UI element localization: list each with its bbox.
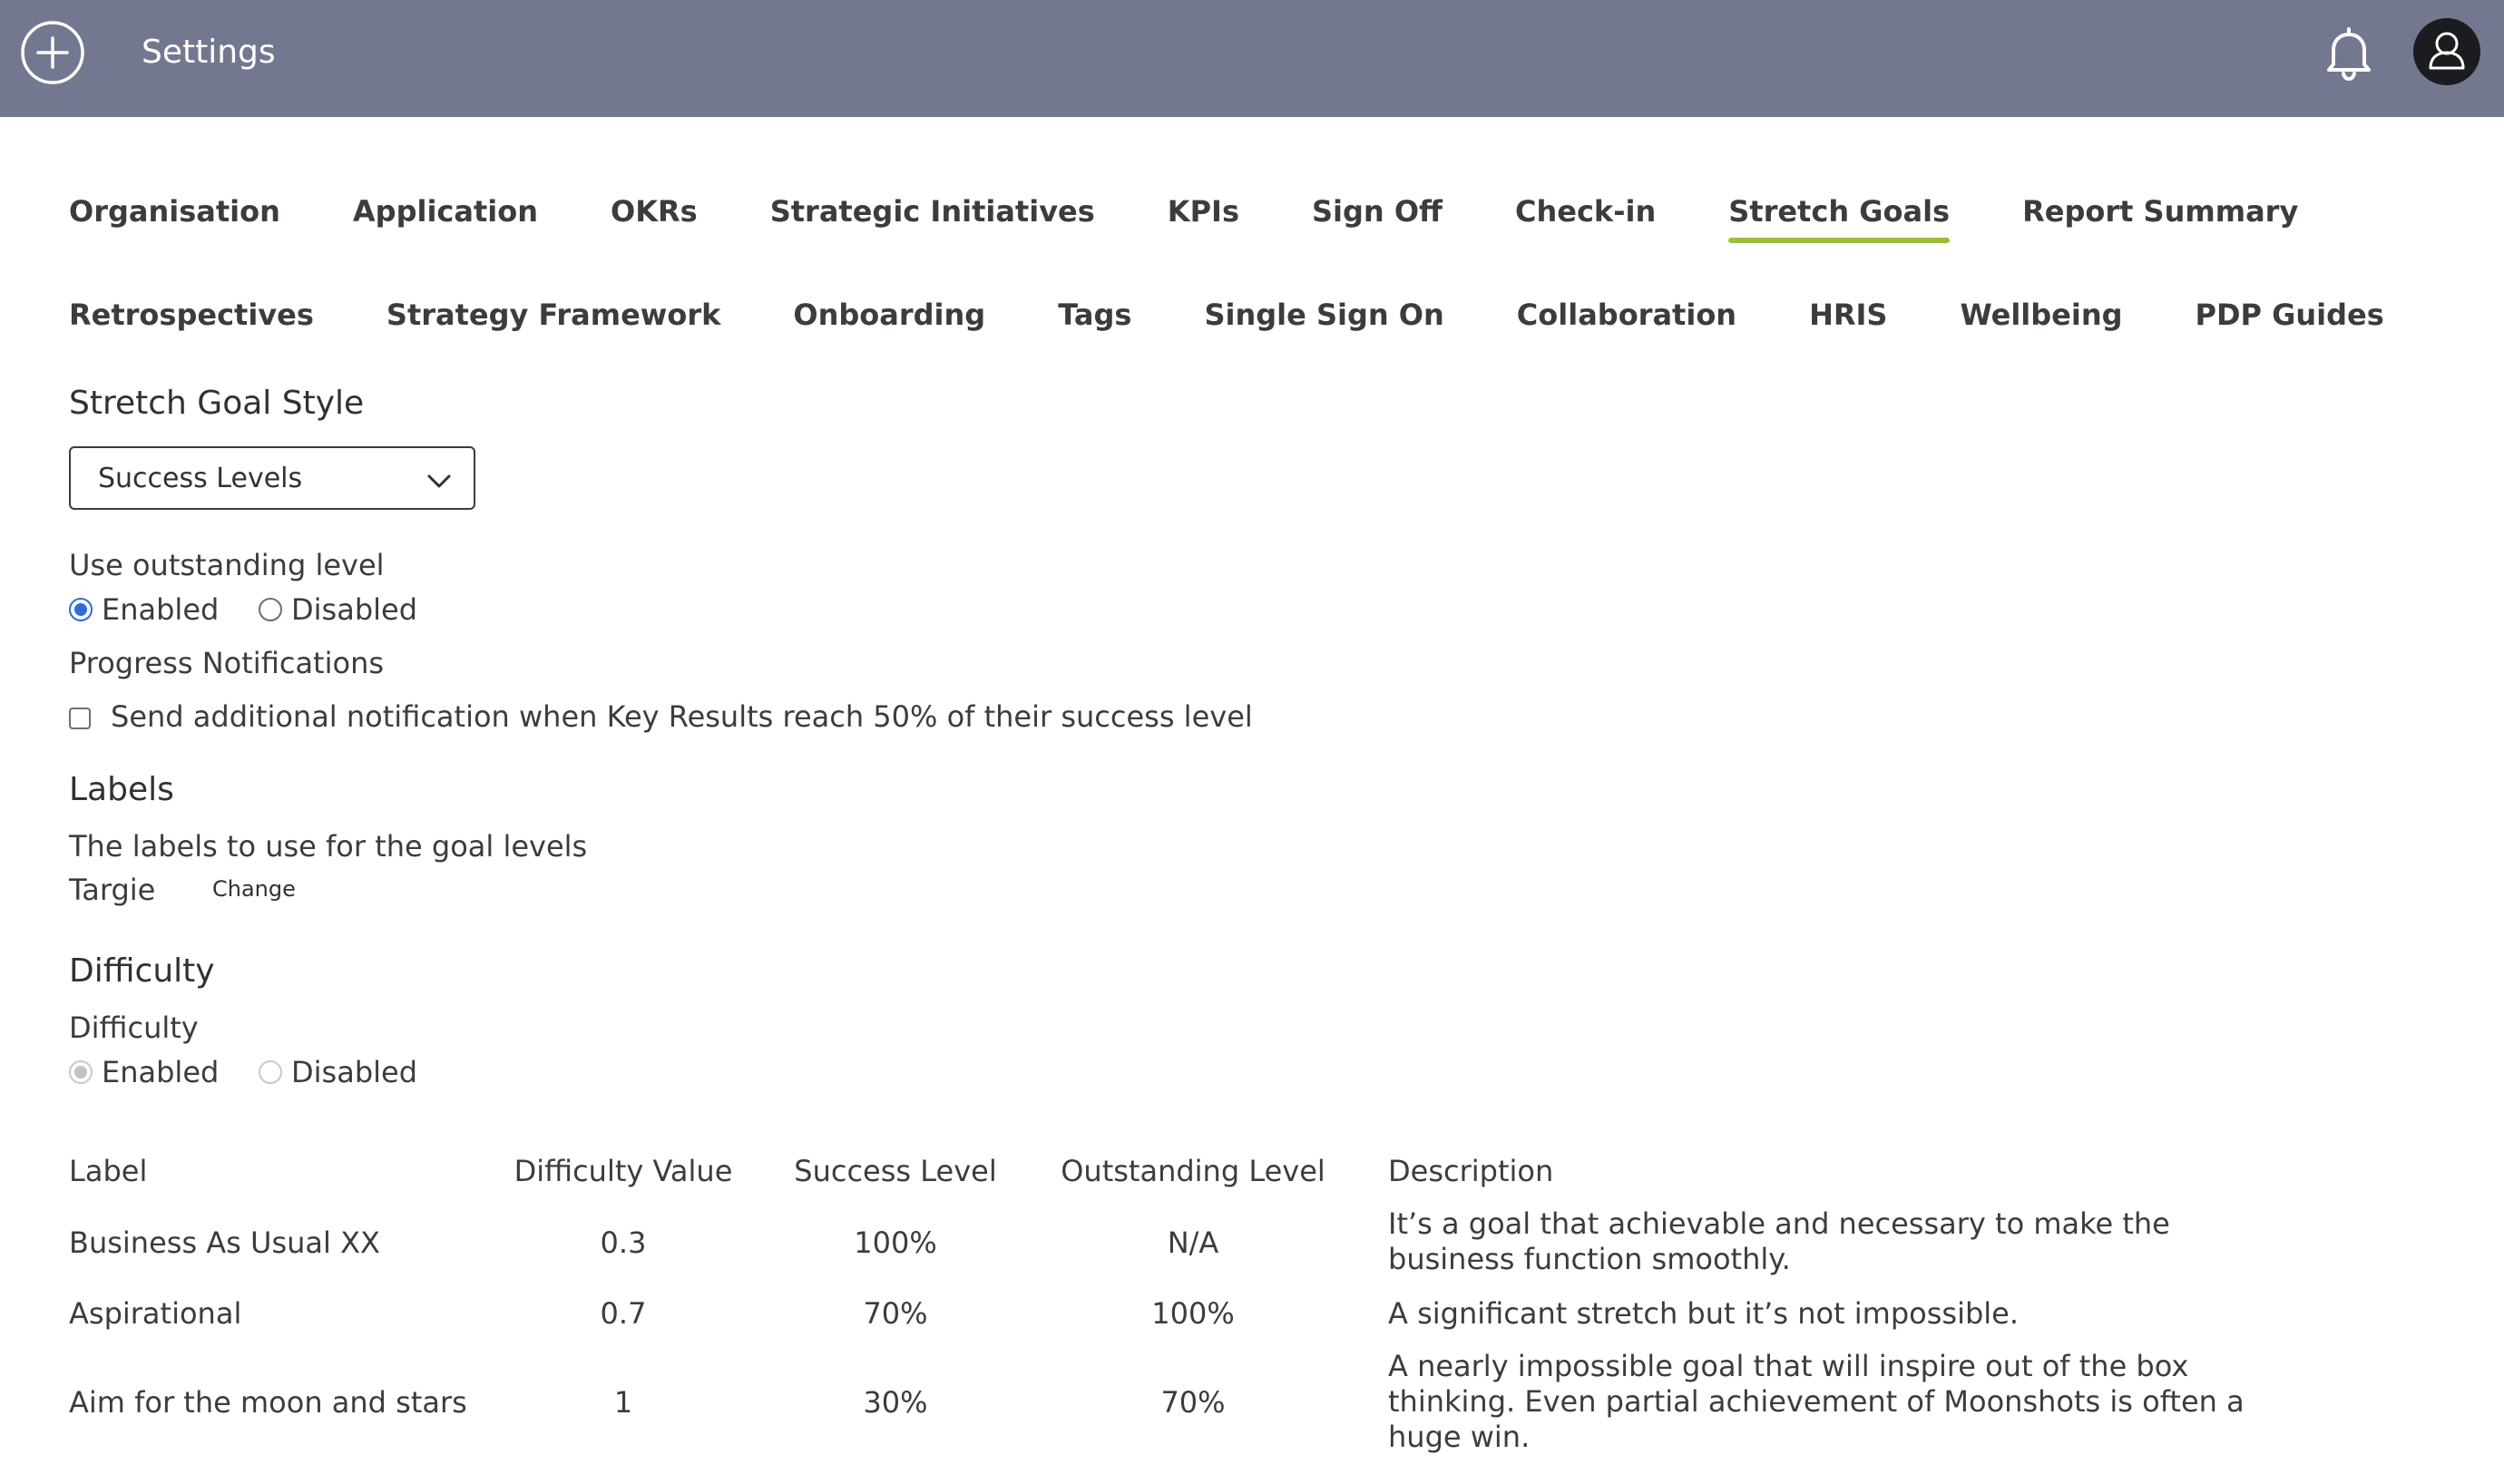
tab-organisation[interactable]: Organisation	[69, 192, 280, 230]
difficulty-disabled-radio[interactable]	[259, 1060, 282, 1084]
tab-pdp-guides[interactable]: PDP Guides	[2196, 296, 2384, 334]
difficulty-enabled-radio[interactable]	[69, 1060, 93, 1084]
row-label: Aspirational	[69, 1296, 242, 1331]
row-label: Aim for the moon and stars	[69, 1385, 467, 1420]
tab-okrs[interactable]: OKRs	[611, 192, 698, 230]
outstanding-level-label: Use outstanding level	[69, 548, 385, 582]
tab-stretch-goals[interactable]: Stretch Goals	[1728, 192, 1950, 243]
tab-kpis[interactable]: KPIs	[1168, 192, 1239, 230]
tab-report-summary[interactable]: Report Summary	[2022, 192, 2298, 230]
table-header-outstanding-level: Outstanding Level	[1061, 1154, 1325, 1188]
tab-onboarding[interactable]: Onboarding	[793, 296, 985, 334]
difficulty-label: Difficulty	[69, 1010, 199, 1045]
row-outstanding-level: 70%	[1160, 1385, 1226, 1420]
row-difficulty-value: 0.7	[600, 1296, 647, 1331]
row-difficulty-value: 0.3	[600, 1225, 647, 1260]
row-difficulty-value: 1	[613, 1385, 633, 1420]
table-header-description: Description	[1388, 1154, 1554, 1188]
outstanding-enabled-label[interactable]: Enabled	[102, 592, 219, 627]
tab-application[interactable]: Application	[353, 192, 538, 230]
tab-wellbeing[interactable]: Wellbeing	[1960, 296, 2122, 334]
row-success-level: 70%	[863, 1296, 928, 1331]
progress-notification-checkbox[interactable]	[69, 708, 91, 729]
current-label-set: Targie	[69, 873, 156, 907]
outstanding-disabled-radio[interactable]	[259, 598, 282, 621]
plus-circle-icon[interactable]	[20, 20, 85, 85]
outstanding-enabled-radio[interactable]	[69, 598, 93, 621]
table-header-success-level: Success Level	[794, 1154, 997, 1188]
tab-hris[interactable]: HRIS	[1809, 296, 1887, 334]
row-success-level: 100%	[854, 1225, 937, 1260]
chevron-down-icon	[427, 474, 451, 488]
tab-check-in[interactable]: Check-in	[1515, 192, 1656, 230]
difficulty-enabled-label[interactable]: Enabled	[102, 1055, 219, 1089]
stretch-goal-style-select[interactable]: Success Levels	[69, 446, 475, 510]
change-labels-link[interactable]: Change	[212, 876, 296, 902]
section-heading-labels: Labels	[69, 771, 174, 808]
progress-notification-checkbox-label[interactable]: Send additional notification when Key Re…	[111, 699, 1253, 734]
labels-description: The labels to use for the goal levels	[69, 829, 588, 864]
row-outstanding-level: N/A	[1167, 1225, 1219, 1260]
settings-tabs: Organisation Application OKRs Strategic Ini…	[69, 192, 2392, 334]
tab-strategic-initiatives[interactable]: Strategic Initiatives	[770, 192, 1095, 230]
tab-retrospectives[interactable]: Retrospectives	[69, 296, 314, 334]
select-value: Success Levels	[98, 463, 303, 494]
user-icon	[2429, 32, 2465, 70]
row-description: A nearly impossible goal that will inspi…	[1388, 1349, 2245, 1454]
progress-notifications-label: Progress Notifications	[69, 646, 385, 680]
tab-collaboration[interactable]: Collaboration	[1517, 296, 1736, 334]
page-title: Settings	[142, 34, 276, 71]
tab-tags[interactable]: Tags	[1058, 296, 1131, 334]
tab-strategy-framework[interactable]: Strategy Framework	[386, 296, 720, 334]
outstanding-disabled-label[interactable]: Disabled	[291, 592, 417, 627]
row-description: It’s a goal that achievable and necessar…	[1388, 1206, 2170, 1276]
section-heading-stretch-goal-style: Stretch Goal Style	[69, 385, 365, 422]
table-header-label: Label	[69, 1154, 148, 1188]
difficulty-disabled-label[interactable]: Disabled	[291, 1055, 417, 1089]
top-bar: Settings	[0, 0, 2504, 117]
row-outstanding-level: 100%	[1151, 1296, 1235, 1331]
row-success-level: 30%	[863, 1385, 928, 1420]
section-heading-difficulty: Difficulty	[69, 952, 215, 990]
tab-single-sign-on[interactable]: Single Sign On	[1204, 296, 1443, 334]
tab-sign-off[interactable]: Sign Off	[1312, 192, 1443, 230]
table-header-difficulty-value: Difficulty Value	[514, 1154, 733, 1188]
user-avatar[interactable]	[2413, 18, 2480, 85]
bell-icon[interactable]	[2321, 24, 2377, 82]
row-description: A significant stretch but it’s not impos…	[1388, 1296, 2020, 1331]
row-label: Business As Usual XX	[69, 1225, 380, 1260]
